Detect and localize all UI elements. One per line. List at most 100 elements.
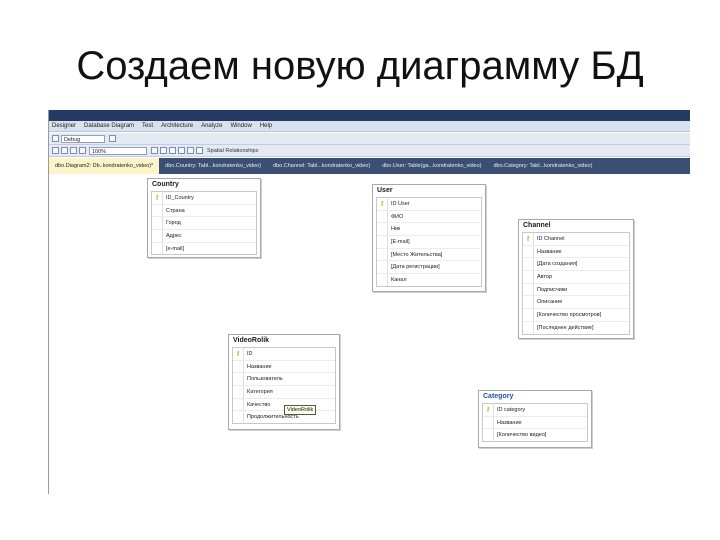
column-row[interactable]: [Дата создания] (523, 258, 629, 272)
column-row[interactable]: Название (523, 245, 629, 259)
slide-title: Создаем новую диаграмму БД (76, 44, 644, 88)
column-name: Продолжительность (247, 414, 299, 421)
menu-item[interactable]: Designer (52, 123, 76, 129)
row-selector (233, 360, 244, 373)
column-row[interactable]: Город (152, 217, 256, 231)
autosize-icon[interactable] (160, 147, 167, 154)
column-name: Город (166, 220, 181, 227)
column-row[interactable]: Описание (523, 296, 629, 310)
tab-channel[interactable]: dbo.Channel: Tabl...kondratenko_video) (267, 158, 376, 174)
column-name: ID_Country (166, 194, 194, 201)
row-selector (233, 411, 244, 424)
column-row[interactable]: Страна (152, 204, 256, 218)
column-name: Описание (537, 299, 563, 306)
menu-item[interactable]: Test (142, 123, 153, 129)
column-row[interactable]: [e-mail] (152, 242, 256, 255)
properties-icon[interactable] (109, 135, 116, 142)
column-row[interactable]: [Последнее действие] (523, 321, 629, 334)
column-name: [E-mail] (391, 238, 410, 245)
row-selector (523, 321, 534, 334)
column-row[interactable]: [E-mail] (377, 236, 481, 249)
menu-item[interactable]: Architecture (161, 123, 193, 129)
row-selector (377, 223, 388, 236)
tab-user[interactable]: dbo.User: Table(ga...kondratenko_video) (376, 158, 487, 174)
copy-diagram-icon[interactable] (169, 147, 176, 154)
row-selector (523, 309, 534, 321)
column-row[interactable]: Ник (377, 223, 481, 237)
row-selector (377, 236, 388, 248)
column-row[interactable]: Канал (377, 274, 481, 286)
menu-item[interactable]: Database Diagram (84, 123, 134, 129)
key-icon: ⚷ (233, 348, 244, 360)
row-selector (152, 217, 163, 230)
row-selector (233, 373, 244, 386)
column-row[interactable]: Адрес (152, 230, 256, 243)
column-name: ID Channel (537, 235, 565, 242)
column-row[interactable]: Автор (523, 271, 629, 284)
table-category[interactable]: Category ⚷ ID category Название [Количест… (478, 390, 592, 448)
menu-item[interactable]: Window (230, 123, 251, 129)
table-user[interactable]: User ⚷ ID User ФИО Ник [E-mail] [Место Жи… (372, 184, 486, 292)
column-row[interactable]: ⚷ ID Channel (523, 233, 629, 246)
add-table-icon[interactable] (61, 147, 68, 154)
column-row[interactable]: Название (483, 416, 587, 430)
spatial-label[interactable]: Spatial Relationships (207, 147, 258, 155)
row-selector (523, 271, 534, 283)
column-row[interactable]: ⚷ ID_Country (152, 192, 256, 205)
tab-country[interactable]: dbo.Country: Tabl...kondratenko_video) (159, 158, 267, 174)
row-selector (523, 296, 534, 309)
column-row[interactable]: [Количество видео] (483, 429, 587, 442)
back-icon[interactable] (52, 135, 59, 142)
column-name: Название (537, 248, 562, 255)
new-table-icon[interactable] (52, 147, 59, 154)
ssms-window: Designer Database Diagram Test Architect… (48, 110, 690, 494)
column-row[interactable]: Категория (233, 386, 335, 399)
tab-diagram[interactable]: dbo.Diagram2: Db..kondratenko_video)* (49, 158, 160, 174)
menu-item[interactable]: Analyze (201, 123, 222, 129)
column-name: [Количество видео] (497, 432, 547, 439)
column-name: ФИО (391, 213, 404, 220)
column-name: Пользователь (247, 376, 283, 383)
table-channel[interactable]: Channel ⚷ ID Channel Название [Дата созда… (518, 219, 634, 339)
column-name: Канал (391, 276, 407, 283)
zoom-select[interactable]: 100% (89, 147, 147, 155)
diagram-canvas[interactable]: Country ⚷ ID_Country Страна Город Адрес [… (49, 174, 690, 494)
table-title: User (377, 187, 393, 194)
column-name: Название (247, 363, 272, 370)
column-row[interactable]: [Место Жительства] (377, 248, 481, 262)
column-name: ID (247, 350, 253, 357)
column-row[interactable]: Название (233, 360, 335, 374)
column-row[interactable]: [Количество просмотров] (523, 309, 629, 322)
relationship-icon[interactable] (79, 147, 86, 154)
spatial-icon[interactable] (196, 147, 203, 154)
column-name: ID category (497, 406, 526, 413)
tooltip: VideoRolik (284, 405, 317, 415)
column-row[interactable]: Подписчики (523, 283, 629, 297)
row-selector (377, 274, 388, 286)
column-name: [Дата создания] (537, 261, 578, 268)
column-row[interactable]: ⚷ ID (233, 348, 335, 361)
column-row[interactable]: ФИО (377, 210, 481, 224)
table-country[interactable]: Country ⚷ ID_Country Страна Город Адрес [… (147, 178, 261, 258)
column-row[interactable]: ⚷ ID category (483, 404, 587, 417)
menu-item[interactable]: Help (260, 123, 272, 129)
key-icon: ⚷ (152, 192, 163, 204)
table-view-icon[interactable] (70, 147, 77, 154)
title-strip (49, 110, 690, 121)
relationships-labels-icon[interactable] (187, 147, 194, 154)
column-row[interactable]: ⚷ ID User (377, 198, 481, 211)
table-videorolik[interactable]: VideoRolik ⚷ ID Название Пользователь Кат… (228, 334, 340, 430)
standard-toolbar: Debug (49, 133, 690, 145)
row-selector (483, 416, 494, 429)
solution-config-select[interactable]: Debug (61, 135, 105, 143)
column-row[interactable]: Пользователь (233, 373, 335, 387)
arrange-icon[interactable] (151, 147, 158, 154)
document-tabs: dbo.Diagram2: Db..kondratenko_video)* db… (49, 158, 690, 174)
column-row[interactable]: [Дата регистрации] (377, 261, 481, 275)
column-name: Качество (247, 401, 271, 408)
tab-category[interactable]: dbo.Category: Tabl...kondratenko_video) (487, 158, 598, 174)
page-break-icon[interactable] (178, 147, 185, 154)
row-selector (523, 283, 534, 296)
diagram-toolbar: 100% Spatial Relationships (49, 145, 690, 157)
column-name: [Количество просмотров] (537, 311, 602, 318)
